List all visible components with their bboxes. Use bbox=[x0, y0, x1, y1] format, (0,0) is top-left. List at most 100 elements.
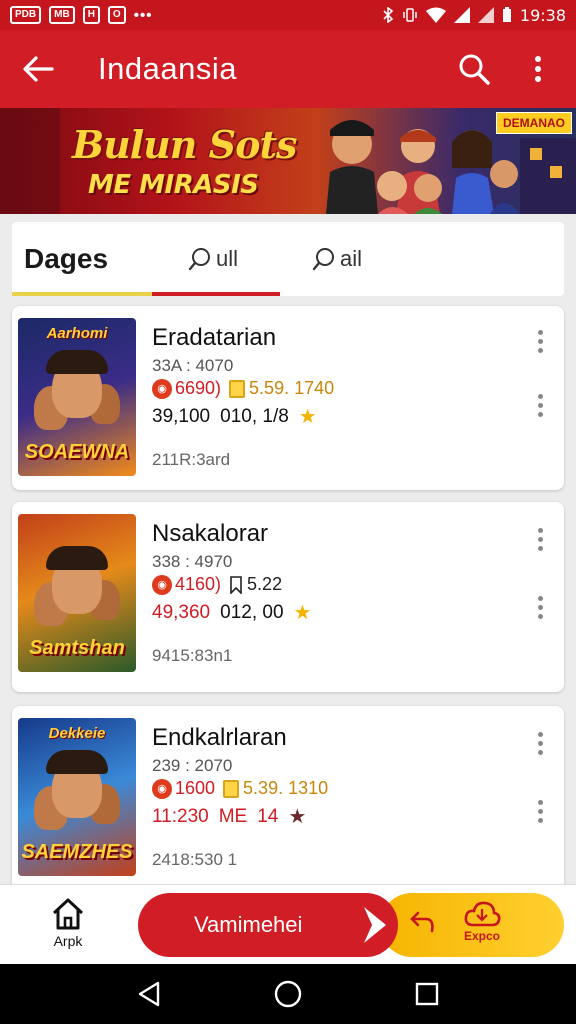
thumbnail-character bbox=[46, 546, 108, 614]
game-card[interactable]: Samtshan Nsakalorar 338 : 4970 ◉ 4160) 5.… bbox=[12, 502, 564, 692]
price-rating-row: ◉ 4160) 5.22 bbox=[152, 574, 282, 595]
card-menu-button[interactable] bbox=[538, 528, 544, 551]
chevron-right-icon bbox=[364, 907, 386, 943]
home-tab[interactable]: Arpk bbox=[38, 897, 98, 949]
thumbnail-logo: SOAEWNA bbox=[24, 441, 130, 463]
tab-label: ull bbox=[216, 246, 239, 271]
rating-value: 5.22 bbox=[247, 574, 283, 594]
signal-icon bbox=[477, 7, 494, 23]
explore-label: Expco bbox=[463, 929, 500, 943]
thumbnail-character bbox=[46, 350, 108, 418]
game-footer: 2418:530 1 bbox=[152, 850, 238, 869]
status-right: 19:38 bbox=[382, 6, 566, 25]
card-menu-button[interactable] bbox=[538, 732, 544, 755]
more-vert-icon bbox=[535, 56, 541, 82]
home-icon bbox=[52, 898, 84, 930]
primary-action-label: Vamimehei bbox=[194, 912, 303, 937]
tab-search-1[interactable]: ull bbox=[152, 222, 280, 296]
game-code: 33A : 4070 bbox=[152, 356, 234, 375]
thumbnail-logo: Samtshan bbox=[29, 637, 125, 659]
tag-icon bbox=[223, 779, 240, 798]
thumbnail-title: Aarhomi bbox=[46, 325, 108, 342]
clock: 19:38 bbox=[519, 5, 566, 25]
page-title: Indaansia bbox=[98, 51, 237, 86]
undo-icon bbox=[410, 911, 434, 933]
rating-value: 5.39. 1310 bbox=[243, 778, 329, 798]
notification-chip: H bbox=[82, 6, 100, 24]
price-value: 6690) bbox=[175, 378, 222, 398]
bookmark-icon bbox=[230, 575, 242, 594]
banner-badge: DEMANAO bbox=[496, 112, 572, 134]
star-icon: ★ bbox=[288, 806, 307, 828]
game-title: Eradatarian bbox=[152, 324, 277, 351]
price: ◉ 6690) bbox=[152, 378, 221, 399]
explore-button[interactable]: Expco bbox=[452, 899, 512, 943]
notification-chip: PDB bbox=[10, 6, 42, 24]
search-icon bbox=[459, 54, 490, 85]
status-bar: PDB MB H O ••• 19:38 bbox=[0, 0, 576, 30]
price-rating-row: ◉ 1600 5.39. 1310 bbox=[152, 778, 328, 799]
banner-headline: Bulun Sots bbox=[72, 122, 297, 167]
system-nav-bar bbox=[0, 964, 576, 1024]
game-code: 239 : 2070 bbox=[152, 756, 233, 775]
stat-value: ME bbox=[218, 805, 248, 827]
tab-bar: Dages ull ail bbox=[12, 222, 564, 296]
stat-value: 010, 1/8 bbox=[220, 405, 289, 427]
rating-value: 5.59. 1740 bbox=[249, 378, 335, 398]
arrow-left-icon bbox=[23, 56, 54, 82]
thumbnail-title: Dekkeie bbox=[48, 725, 106, 742]
signal-icon bbox=[453, 7, 470, 23]
coin-icon: ◉ bbox=[152, 778, 172, 799]
banner-subline: ME MIRASIS bbox=[88, 170, 259, 200]
tab-label: Dages bbox=[24, 243, 109, 274]
game-thumbnail: Samtshan bbox=[18, 514, 136, 672]
tab-games[interactable]: Dages bbox=[12, 222, 152, 296]
price-rating-row: ◉ 6690) 5.59. 1740 bbox=[152, 378, 334, 399]
nav-back-icon[interactable] bbox=[136, 980, 162, 1008]
price: ◉ 1600 bbox=[152, 778, 215, 799]
game-card[interactable]: Aarhomi SOAEWNA Eradatarian 33A : 4070 ◉… bbox=[12, 306, 564, 490]
card-more-button[interactable] bbox=[538, 800, 544, 823]
game-code: 338 : 4970 bbox=[152, 552, 233, 571]
bluetooth-icon bbox=[383, 7, 394, 23]
notification-chip: MB bbox=[49, 6, 75, 24]
bottom-bar: Arpk Vamimehei Expco bbox=[0, 884, 576, 964]
stats-row: 11:230 ME 14 ★ bbox=[152, 804, 306, 829]
price-value: 4160) bbox=[175, 574, 222, 594]
card-more-button[interactable] bbox=[538, 394, 544, 417]
rating: 5.59. 1740 bbox=[229, 378, 334, 399]
thumbnail-character bbox=[46, 750, 108, 818]
home-tab-label: Arpk bbox=[53, 933, 83, 949]
search-icon bbox=[312, 248, 334, 271]
tab-search-2[interactable]: ail bbox=[280, 222, 408, 296]
game-title: Nsakalorar bbox=[152, 520, 269, 547]
stat-value: 39,100 bbox=[152, 405, 211, 427]
nav-recents-icon[interactable] bbox=[414, 981, 440, 1007]
status-left: PDB MB H O ••• bbox=[10, 6, 152, 24]
primary-action-button[interactable]: Vamimehei bbox=[138, 893, 398, 957]
tab-label: ail bbox=[340, 246, 363, 271]
stat-value: 11:230 bbox=[152, 805, 209, 827]
wifi-icon bbox=[425, 7, 446, 23]
rating: 5.22 bbox=[229, 574, 282, 595]
back-button[interactable] bbox=[20, 51, 56, 87]
card-more-button[interactable] bbox=[538, 596, 544, 619]
vibrate-icon bbox=[403, 8, 417, 22]
battery-icon bbox=[502, 7, 511, 22]
card-menu-button[interactable] bbox=[538, 330, 544, 353]
game-footer: 211R:3ard bbox=[152, 450, 231, 469]
overflow-menu-button[interactable] bbox=[520, 51, 556, 87]
search-button[interactable] bbox=[456, 51, 492, 87]
tag-icon bbox=[229, 379, 246, 398]
game-card[interactable]: Dekkeie SAEMZHES Endkalrlaran 239 : 2070… bbox=[12, 706, 564, 896]
stat-value: 012, 00 bbox=[220, 601, 284, 623]
thumbnail-logo: SAEMZHES bbox=[21, 841, 133, 863]
promo-banner[interactable]: Bulun Sots ME MIRASIS DEMANAO bbox=[0, 108, 576, 214]
stat-value: 49,360 bbox=[152, 601, 211, 623]
nav-home-icon[interactable] bbox=[273, 979, 303, 1009]
game-thumbnail: Aarhomi SOAEWNA bbox=[18, 318, 136, 476]
app-bar-actions bbox=[456, 51, 556, 87]
stat-value: 14 bbox=[257, 805, 279, 827]
game-title: Endkalrlaran bbox=[152, 724, 287, 751]
price-value: 1600 bbox=[175, 778, 216, 798]
